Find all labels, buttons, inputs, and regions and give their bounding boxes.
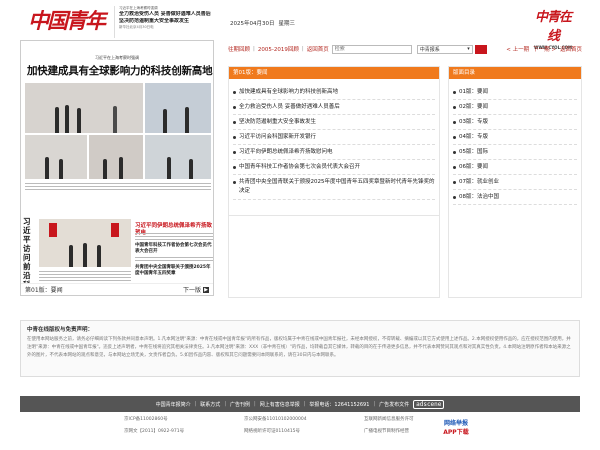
newspaper-page-image[interactable]: 习近平在上海考察时强调 加快建成具有全球影响力的科技创新高地 习近平访问前沿科技… — [20, 40, 214, 296]
arrow-right-icon: ▶ — [203, 286, 209, 293]
license-item[interactable]: 京网文【2011】0922-971号 — [124, 428, 224, 434]
page-small-headline-1[interactable]: 中国青年科技工作者协会第七次会员代表大会召开 — [135, 243, 213, 255]
news-photo-6[interactable] — [39, 219, 131, 267]
edition-item[interactable]: 01版：要闻 — [453, 85, 577, 100]
license-item[interactable]: 京ICP备11002860号 — [124, 416, 224, 422]
toolbar-separator: | — [301, 46, 304, 52]
newspaper-logo[interactable]: 中国青年报 — [28, 6, 110, 63]
copyright-disclaimer: 中青在线版权与免责声明： 在使用本网站服务之前，请务必仔细阅读下列条款并同意本声… — [20, 320, 580, 377]
prev-issues-link[interactable]: 往期回顾 — [228, 45, 250, 53]
footer-separator: | — [303, 401, 306, 407]
news-photo-3[interactable] — [25, 135, 87, 179]
issue-date: 2025年04月30日 星期三 — [230, 19, 299, 27]
page-nav-footer: 第01版：要闻 下一版 ▶ — [21, 283, 213, 295]
header-headline-main-1: 全力救治受伤人员 妥善做好遇难人员善后 — [119, 11, 211, 17]
chevron-down-icon: ▾ — [467, 46, 470, 52]
article-item[interactable]: 坚决防范遏制重大安全事故发生 — [233, 115, 435, 130]
articles-panel: 第01版：要闻 加快建成具有全球影响力的科技创新高地 全力救治受伤人员 妥善做好… — [228, 66, 440, 216]
edition-item[interactable]: 06版：要闻 — [453, 160, 577, 175]
footer-separator: | — [194, 401, 197, 407]
article-item[interactable]: 习近平向伊朗总统佩泽希齐扬致慰问电 — [233, 145, 435, 160]
back-home-right-link[interactable]: 返回首页 — [560, 45, 582, 53]
page-headline[interactable]: 加快建成具有全球影响力的科技创新高地 — [27, 63, 213, 78]
license-item[interactable]: 网络视听许可证0110415号 — [244, 428, 344, 434]
article-list: 加快建成具有全球影响力的科技创新高地 全力救治受伤人员 妥善做好遇难人员善后 坚… — [229, 79, 439, 200]
footer-link-ads[interactable]: 广告刊例 — [230, 401, 250, 408]
news-photo-4[interactable] — [89, 135, 143, 179]
footer-report-phone: 举报电话：12641152691 — [309, 401, 370, 408]
editions-panel: 版面目录 01版：要闻 02版：要闻 03版：专版 04版：专版 05版：国际 … — [448, 66, 582, 298]
report-badge-line-1: 网络举报 — [443, 420, 468, 427]
prev-issue-link[interactable]: < 上一期 — [506, 45, 529, 53]
toolbar-separator: | — [253, 46, 255, 52]
search-button[interactable] — [474, 44, 487, 54]
article-item[interactable]: 加快建成具有全球影响力的科技创新高地 — [233, 85, 435, 100]
footer-link-contact[interactable]: 联系方式 — [200, 401, 220, 408]
article-item[interactable]: 习近平访问会科国家新开发银行 — [233, 130, 435, 145]
footer-links-bar: 中国青年报简介 | 联系方式 | 广告刊例 | 网上有害信息举报 | 举报电话：… — [20, 396, 580, 412]
page-text-block — [135, 233, 213, 241]
archive-link[interactable]: 2005-2019回顾 — [258, 45, 299, 53]
search-input[interactable] — [331, 44, 412, 54]
search-scope-value: 中青报系 — [419, 46, 440, 53]
report-badge-line-2: APP下载 — [443, 429, 469, 436]
toolbar-right: < 上一期 下一期 > 返回首页 — [506, 45, 582, 53]
report-app-badge[interactable]: 网络举报 APP下载 — [436, 418, 476, 436]
articles-panel-title: 第01版：要闻 — [229, 67, 439, 79]
toolbar: 往期回顾 | 2005-2019回顾 | 返回首页 中青报系 ▾ < 上一期 下… — [228, 43, 582, 55]
issue-weekday: 星期三 — [278, 21, 296, 27]
edition-item[interactable]: 05版：国际 — [453, 145, 577, 160]
news-photo-5[interactable] — [145, 135, 211, 179]
edition-item[interactable]: 07版：就业创业 — [453, 175, 577, 190]
disclaimer-title: 中青在线版权与免责声明： — [27, 327, 94, 333]
edition-item[interactable]: 04版：专版 — [453, 130, 577, 145]
current-page-label: 第01版：要闻 — [25, 287, 63, 294]
page-small-headline-2[interactable]: 共青团中央全国青联关于颁授2025年度中国青年五四奖章 — [135, 265, 213, 277]
footer-separator: | — [254, 401, 256, 407]
header-headline-sub: 新华社北京4月30日电 — [119, 25, 154, 29]
next-issue-link[interactable]: 下一期 > — [533, 45, 556, 53]
adscene-logo[interactable]: adscene — [413, 399, 445, 409]
edition-item[interactable]: 02版：要闻 — [453, 100, 577, 115]
editions-panel-title: 版面目录 — [449, 67, 581, 79]
edition-item[interactable]: 03版：专版 — [453, 115, 577, 130]
article-item[interactable]: 全力救治受伤人员 妥善做好遇难人员善后 — [233, 100, 435, 115]
search-scope-select[interactable]: 中青报系 ▾ — [416, 44, 473, 54]
articles-panel-empty — [228, 216, 440, 298]
issue-date-text: 2025年04月30日 — [230, 21, 275, 27]
footer-link-ad-files[interactable]: 广告发布文件 — [379, 401, 409, 408]
news-photo-1[interactable] — [25, 83, 143, 133]
edition-list: 01版：要闻 02版：要闻 03版：专版 04版：专版 05版：国际 06版：要… — [449, 79, 581, 205]
next-page-label: 下一版 — [182, 287, 201, 294]
header-headline-main-2: 坚决防范遏制重大安全事故发生 — [119, 18, 190, 24]
disclaimer-body: 在使用本网站服务之前，请务必仔细阅读下列条款并同意本声明。1.凡本网注明"来源：… — [27, 337, 571, 358]
back-home-link[interactable]: 返回首页 — [307, 45, 329, 53]
footer-separator: | — [224, 401, 226, 407]
brand-text: 中青在线 — [534, 10, 572, 44]
footer-separator: | — [373, 401, 376, 407]
page-top-caption: 习近平在上海考察时强调 — [95, 55, 139, 60]
page-text-block — [135, 257, 213, 263]
license-item[interactable]: 京公网安备11010102000004 — [244, 416, 344, 422]
article-item[interactable]: 共青团中央全国青联关于颁授2025年度中国青年五四奖章暨新时代青年先锋奖的决定 — [233, 175, 435, 200]
license-info: 京ICP备11002860号 京公网安备11010102000004 互联网新闻… — [124, 416, 464, 434]
edition-item[interactable]: 08版：法治中国 — [453, 190, 577, 205]
footer-link-report[interactable]: 网上有害信息举报 — [260, 401, 300, 408]
footer-link-about[interactable]: 中国青年报简介 — [156, 401, 191, 408]
page-text-block — [25, 183, 211, 191]
header-headline-box: 习近平在上海考察时强调 全力救治受伤人员 妥善做好遇难人员善后 坚决防范遏制重大… — [114, 6, 212, 38]
next-page-button[interactable]: 下一版 ▶ — [183, 285, 209, 294]
news-photo-2[interactable] — [145, 83, 211, 133]
article-item[interactable]: 中国青年科技工作者协会第七次会员代表大会召开 — [233, 160, 435, 175]
